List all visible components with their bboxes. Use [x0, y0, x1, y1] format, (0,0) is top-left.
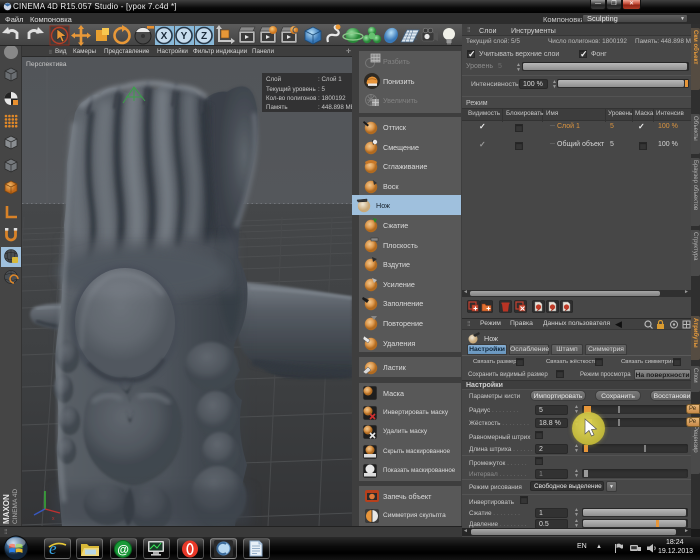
svg-text:CINEMA 4D: CINEMA 4D — [12, 489, 19, 524]
svg-text:MAXON: MAXON — [2, 494, 11, 524]
svg-text:e: e — [49, 540, 57, 558]
svg-text:: 5: : 5 — [318, 86, 325, 93]
svg-text:Y: Y — [181, 31, 188, 42]
svg-text:: 448.898 МБ: : 448.898 МБ — [318, 104, 352, 111]
svg-text:@: @ — [117, 543, 129, 557]
svg-text:Слой: Слой — [266, 76, 282, 83]
svg-text:: 1800192: : 1800192 — [318, 95, 346, 102]
svg-text:Z: Z — [201, 31, 207, 42]
svg-text:X: X — [161, 31, 168, 42]
svg-text:Текущий уровень: Текущий уровень — [266, 86, 316, 93]
svg-text:: Слой 1: : Слой 1 — [318, 76, 342, 83]
svg-text:Перспектива: Перспектива — [26, 61, 67, 68]
svg-text:Кол-во полигонов: Кол-во полигонов — [266, 95, 317, 102]
svg-text:Память: Память — [266, 104, 288, 111]
